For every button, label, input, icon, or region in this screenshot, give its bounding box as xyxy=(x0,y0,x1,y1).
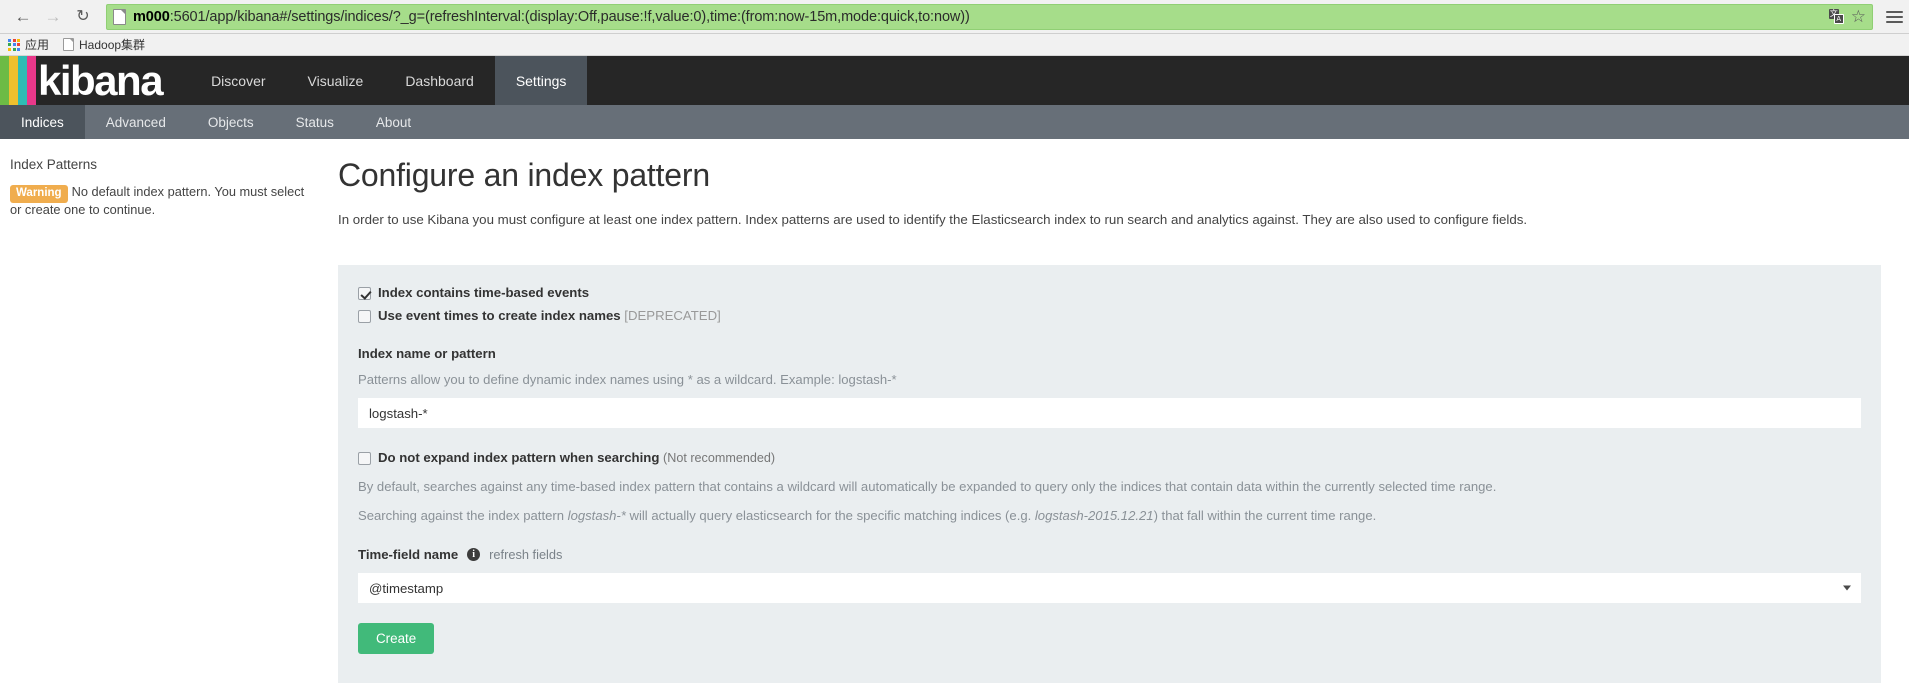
index-patterns-sidebar: Index Patterns Warning No default index p… xyxy=(0,139,320,683)
kibana-logo[interactable]: kibana xyxy=(0,56,172,105)
label-event-times-index-names: Use event times to create index names [D… xyxy=(378,308,721,325)
index-name-group: Index name or pattern Patterns allow you… xyxy=(358,346,1861,428)
nav-tab-visualize[interactable]: Visualize xyxy=(287,56,385,105)
url-path: :5601/app/kibana#/settings/indices/?_g=(… xyxy=(169,8,970,25)
page-doc-icon xyxy=(113,8,126,25)
time-field-select[interactable]: @timestamp xyxy=(358,573,1861,604)
time-field-label: Time-field name i refresh fields xyxy=(358,547,1861,562)
index-name-label-text: Index name or pattern xyxy=(358,346,496,361)
kibana-navbar: kibana Discover Visualize Dashboard Sett… xyxy=(0,56,1909,105)
subtab-objects[interactable]: Objects xyxy=(187,105,275,139)
browser-toolbar: ← → ↻ m000:5601/app/kibana#/settings/ind… xyxy=(0,0,1909,34)
expand-note-1: By default, searches against any time-ba… xyxy=(358,478,1497,494)
bookmarks-bar: 应用 Hadoop集群 xyxy=(0,34,1909,56)
translate-icon[interactable]: 文 A xyxy=(1828,9,1844,24)
bookmark-hadoop-label: Hadoop集群 xyxy=(79,38,146,52)
kibana-subnav: Indices Advanced Objects Status About xyxy=(0,105,1909,139)
note-2-part-b: will actually query elasticsearch for th… xyxy=(625,508,1035,524)
kibana-nav-tabs: Discover Visualize Dashboard Settings xyxy=(190,56,588,105)
index-name-input[interactable] xyxy=(358,398,1861,428)
hamburger-menu-icon[interactable] xyxy=(1886,10,1903,23)
page-doc-icon xyxy=(63,38,75,51)
configure-index-pattern-main: Configure an index pattern In order to u… xyxy=(320,139,1909,683)
note-2-part-c: ) that fall within the current time rang… xyxy=(1153,508,1377,524)
nav-tab-discover[interactable]: Discover xyxy=(190,56,286,105)
note-2-part-a: Searching against the index pattern xyxy=(358,508,568,524)
translate-icon-glyph-2: A xyxy=(1833,14,1844,24)
sidebar-title: Index Patterns xyxy=(10,157,98,172)
page-title: Configure an index pattern xyxy=(338,157,710,193)
note-2-example-index: logstash-2015.12.21 xyxy=(1034,508,1154,524)
no-expand-group: Do not expand index pattern when searchi… xyxy=(358,450,1861,525)
subtab-about[interactable]: About xyxy=(355,105,432,139)
time-field-select-wrap[interactable]: @timestamp xyxy=(358,573,1861,604)
menu-line-2 xyxy=(1886,15,1903,18)
label-do-not-expand: Do not expand index pattern when searchi… xyxy=(378,450,775,467)
menu-line-1 xyxy=(1886,10,1903,13)
deprecated-tag: [DEPRECATED] xyxy=(624,307,721,323)
checkbox-time-based-events[interactable] xyxy=(358,287,371,300)
checkbox-event-times-index-names[interactable] xyxy=(358,309,371,323)
browser-nav-buttons: ← → ↻ xyxy=(6,4,100,30)
no-default-index-warning: Warning No default index pattern. You mus… xyxy=(10,184,306,218)
kibana-logo-bars xyxy=(0,56,36,105)
page-intro-text: In order to use Kibana you must configur… xyxy=(338,212,1528,227)
row-event-times-index-names: Use event times to create index names [D… xyxy=(358,308,1861,325)
nav-tab-dashboard[interactable]: Dashboard xyxy=(384,56,495,105)
chevron-down-icon xyxy=(1843,585,1851,591)
menu-line-3 xyxy=(1886,20,1903,23)
create-button[interactable]: Create xyxy=(358,623,435,655)
back-arrow-icon[interactable]: ← xyxy=(10,4,36,30)
forward-arrow-icon[interactable]: → xyxy=(40,4,66,30)
bookmark-star-icon[interactable]: ☆ xyxy=(1851,8,1866,25)
address-bar[interactable]: m000:5601/app/kibana#/settings/indices/?… xyxy=(106,3,1873,30)
index-name-label: Index name or pattern xyxy=(358,346,1861,361)
row-time-based-events: Index contains time-based events xyxy=(358,285,1861,302)
bookmark-hadoop[interactable]: Hadoop集群 xyxy=(63,36,145,53)
subtab-status[interactable]: Status xyxy=(275,105,355,139)
omnibox-actions: 文 A ☆ xyxy=(1821,8,1866,25)
url-host: m000 xyxy=(133,8,170,25)
subtab-indices[interactable]: Indices xyxy=(0,105,85,139)
nav-tab-settings[interactable]: Settings xyxy=(494,56,588,105)
note-2-pattern: logstash-* xyxy=(567,508,626,524)
status-badge: Warning xyxy=(10,185,68,204)
url-text: m000:5601/app/kibana#/settings/indices/?… xyxy=(133,9,970,25)
info-icon[interactable]: i xyxy=(467,548,481,562)
index-pattern-form: Index contains time-based events Use eve… xyxy=(338,265,1881,683)
expand-note-2: Searching against the index pattern logs… xyxy=(358,507,1861,525)
not-recommended-tag: (Not recommended) xyxy=(663,451,776,465)
time-field-label-text: Time-field name xyxy=(358,547,459,563)
kibana-logo-text: kibana xyxy=(38,57,164,104)
label-time-based-events-text: Index contains time-based events xyxy=(378,285,590,300)
apps-grid-icon xyxy=(8,38,20,51)
kibana-app: kibana Discover Visualize Dashboard Sett… xyxy=(0,56,1909,683)
reload-icon[interactable]: ↻ xyxy=(70,4,96,30)
index-name-help: Patterns allow you to define dynamic ind… xyxy=(358,372,897,387)
refresh-fields-link[interactable]: refresh fields xyxy=(489,547,562,562)
label-event-times-text: Use event times to create index names xyxy=(378,307,621,323)
label-do-not-expand-text: Do not expand index pattern when searchi… xyxy=(378,450,660,465)
row-do-not-expand: Do not expand index pattern when searchi… xyxy=(358,450,1861,467)
label-time-based-events: Index contains time-based events xyxy=(378,285,589,302)
checkbox-do-not-expand[interactable] xyxy=(358,452,371,465)
bookmark-apps-label: 应用 xyxy=(25,38,50,52)
subtab-advanced[interactable]: Advanced xyxy=(85,105,187,139)
time-field-group: Time-field name i refresh fields @timest… xyxy=(358,547,1861,604)
kibana-body: Index Patterns Warning No default index p… xyxy=(0,139,1909,683)
bookmark-apps[interactable]: 应用 xyxy=(8,36,49,53)
